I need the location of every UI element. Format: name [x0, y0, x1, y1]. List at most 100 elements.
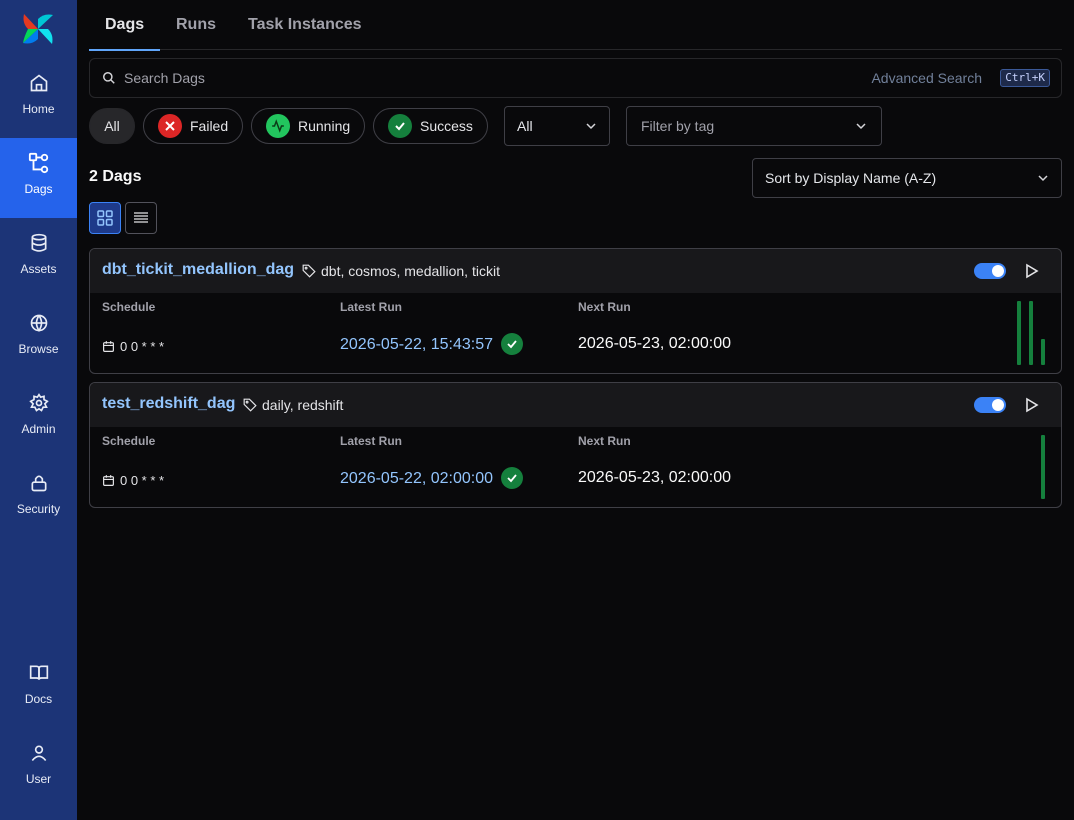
tab-label: Dags [105, 16, 145, 33]
nav-label: Assets [20, 262, 57, 276]
pill-label: All [104, 118, 120, 134]
globe-icon [28, 312, 50, 334]
tab-label: Runs [176, 16, 216, 33]
latest-run-link[interactable]: 2026-05-22, 02:00:00 [340, 470, 493, 488]
nav-browse[interactable]: Browse [0, 298, 77, 378]
calendar-icon [103, 341, 114, 352]
dag-name-link[interactable]: dbt_tickit_medallion_dag [102, 261, 294, 279]
sidebar: Home Dags Assets Browse Admin Security D… [0, 0, 77, 820]
run-bar[interactable] [1041, 339, 1045, 365]
nav-label: Docs [24, 692, 53, 706]
tags-text: dbt, cosmos, medallion, tickit [321, 263, 500, 279]
lock-icon [28, 472, 50, 494]
sort-select[interactable]: Sort by Display Name (A-Z) [752, 158, 1062, 198]
nav-admin[interactable]: Admin [0, 378, 77, 458]
next-run-header: Next Run [578, 300, 631, 314]
schedule-header: Schedule [102, 300, 156, 314]
gear-icon [28, 392, 50, 414]
search-input[interactable] [124, 67, 724, 89]
next-run-value: 2026-05-23, 02:00:00 [578, 335, 732, 352]
nav-home[interactable]: Home [0, 58, 77, 138]
dag-card-header: test_redshift_dag daily, redshift [90, 383, 1061, 427]
filter-running-pill[interactable]: Running [251, 108, 365, 144]
nav-docs[interactable]: Docs [0, 648, 77, 728]
check-icon [388, 114, 412, 138]
calendar-icon [103, 475, 114, 486]
tab-dags[interactable]: Dags [89, 0, 160, 51]
activity-icon [266, 114, 290, 138]
database-icon [28, 232, 50, 254]
filter-success-pill[interactable]: Success [373, 108, 488, 144]
shortcut-badge: Ctrl+K [1000, 69, 1050, 87]
nav-label: Security [16, 502, 61, 516]
dag-card: dbt_tickit_medallion_dag dbt, cosmos, me… [89, 248, 1062, 374]
select-placeholder: Filter by tag [641, 118, 715, 134]
dag-card-header: dbt_tickit_medallion_dag dbt, cosmos, me… [90, 249, 1061, 293]
main-content: Dags Runs Task Instances Advanced Search… [77, 0, 1074, 820]
list-view-button[interactable] [125, 202, 157, 234]
filter-failed-pill[interactable]: Failed [143, 108, 243, 144]
dag-tags: daily, redshift [243, 397, 343, 413]
schedule-header: Schedule [102, 434, 156, 448]
run-bar[interactable] [1041, 435, 1045, 499]
tag-icon [243, 398, 257, 412]
home-icon [28, 72, 50, 94]
list-icon [134, 212, 148, 223]
search-icon [103, 72, 115, 84]
nav-label: Dags [24, 182, 53, 196]
airflow-logo[interactable] [20, 11, 56, 47]
dag-name-link[interactable]: test_redshift_dag [102, 395, 235, 413]
dag-schedule: 0 0 * * * [102, 473, 164, 488]
dags-icon [28, 152, 50, 174]
latest-run-link[interactable]: 2026-05-22, 15:43:57 [340, 336, 493, 354]
chevron-down-icon [856, 123, 866, 130]
chevron-down-icon [1038, 175, 1048, 182]
pill-label: Failed [190, 118, 229, 134]
play-icon[interactable] [1025, 263, 1039, 279]
active-filter-select[interactable]: All [504, 106, 610, 146]
tab-runs[interactable]: Runs [176, 0, 216, 50]
dag-enabled-toggle[interactable] [974, 397, 1006, 413]
search-bar: Advanced Search Ctrl+K [89, 58, 1062, 98]
tag-filter-select[interactable]: Filter by tag [626, 106, 882, 146]
pill-label: Running [298, 118, 351, 134]
tab-bar: Dags Runs Task Instances [89, 0, 1062, 51]
nav-assets[interactable]: Assets [0, 218, 77, 298]
filter-all-pill[interactable]: All [89, 108, 135, 144]
run-bar[interactable] [1017, 301, 1021, 365]
nav-dags[interactable]: Dags [0, 138, 77, 218]
card-view-button[interactable] [89, 202, 121, 234]
close-icon [158, 114, 182, 138]
latest-run-header: Latest Run [340, 434, 403, 448]
book-icon [28, 662, 50, 684]
nav-security[interactable]: Security [0, 458, 77, 538]
dag-card: test_redshift_dag daily, redshift Schedu… [89, 382, 1062, 508]
user-icon [28, 742, 50, 764]
chevron-down-icon [586, 123, 596, 130]
tag-icon [302, 264, 316, 278]
dag-schedule: 0 0 * * * [102, 339, 164, 354]
nav-label: Admin [21, 422, 56, 436]
schedule-text: 0 0 * * * [120, 473, 165, 488]
nav-label: User [25, 772, 52, 786]
dag-count: 2 Dags [89, 168, 142, 185]
schedule-text: 0 0 * * * [120, 339, 165, 354]
nav-user[interactable]: User [0, 728, 77, 808]
dag-enabled-toggle[interactable] [974, 263, 1006, 279]
latest-run-header: Latest Run [340, 300, 403, 314]
tags-text: daily, redshift [262, 397, 344, 413]
grid-icon [97, 210, 113, 226]
select-value: All [517, 118, 533, 134]
select-value: Sort by Display Name (A-Z) [765, 170, 937, 186]
tab-task-instances[interactable]: Task Instances [248, 0, 362, 50]
nav-label: Home [22, 102, 55, 116]
run-bar[interactable] [1029, 301, 1033, 365]
success-check-icon [501, 467, 523, 489]
play-icon[interactable] [1025, 397, 1039, 413]
pill-label: Success [420, 118, 473, 134]
tab-label: Task Instances [248, 16, 362, 33]
advanced-search-link[interactable]: Advanced Search [871, 70, 982, 86]
dag-tags: dbt, cosmos, medallion, tickit [302, 263, 500, 279]
success-check-icon [501, 333, 523, 355]
next-run-header: Next Run [578, 434, 631, 448]
